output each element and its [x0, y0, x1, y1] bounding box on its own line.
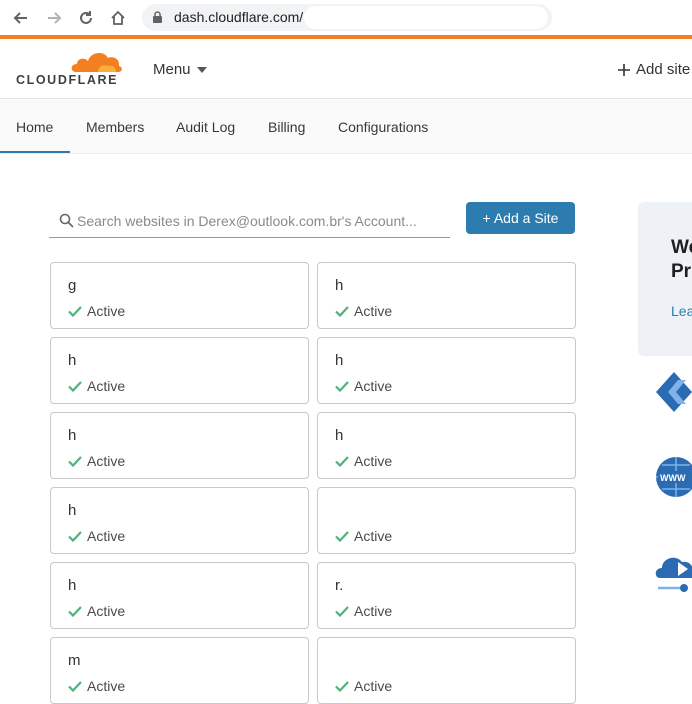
check-icon [335, 680, 349, 692]
add-site-header-button[interactable]: Add site [618, 61, 690, 78]
site-card[interactable]: g Active [50, 262, 309, 329]
plus-icon [618, 63, 630, 76]
tab-billing[interactable]: Billing [268, 119, 305, 135]
tab-home[interactable]: Home [16, 119, 53, 135]
site-card[interactable]: m Active [50, 637, 309, 704]
check-icon [68, 680, 82, 692]
search-field [49, 205, 450, 238]
site-status: Active [335, 453, 392, 469]
site-status: Active [68, 678, 125, 694]
site-card[interactable]: h Active [50, 487, 309, 554]
site-card[interactable]: r. Active [317, 562, 576, 629]
active-tab-indicator [0, 151, 70, 153]
site-status: Active [335, 528, 392, 544]
site-card[interactable]: Active [317, 487, 576, 554]
site-card[interactable]: h Active [317, 412, 576, 479]
site-status: Active [68, 528, 125, 544]
check-icon [335, 380, 349, 392]
learn-more-link[interactable]: Lea [671, 303, 692, 319]
site-name: h [68, 577, 77, 594]
app-header: CLOUDFLARE Menu Add site [0, 39, 692, 99]
site-status: Active [335, 678, 392, 694]
site-card[interactable]: h Active [50, 562, 309, 629]
lock-icon [152, 11, 163, 29]
back-arrow-icon[interactable] [10, 7, 32, 29]
check-icon [68, 305, 82, 317]
welcome-panel: We Pr Lea [638, 202, 692, 356]
site-status: Active [335, 303, 392, 319]
welcome-panel-title: We Pr [671, 237, 692, 282]
check-icon [68, 530, 82, 542]
site-status: Active [335, 378, 392, 394]
menu-label: Menu [153, 61, 191, 78]
url-text: dash.cloudflare.com/ [174, 9, 304, 25]
site-name: h [335, 427, 344, 444]
check-icon [335, 305, 349, 317]
svg-text:WWW: WWW [660, 473, 686, 483]
tab-members[interactable]: Members [86, 119, 144, 135]
site-status: Active [335, 603, 392, 619]
site-name: h [335, 277, 344, 294]
check-icon [335, 605, 349, 617]
check-icon [335, 455, 349, 467]
cloud-play-icon [654, 548, 692, 592]
tab-configurations[interactable]: Configurations [338, 119, 428, 135]
check-icon [68, 455, 82, 467]
site-card[interactable]: h Active [317, 337, 576, 404]
url-redaction [304, 6, 548, 29]
globe-www-icon: WWW [654, 453, 692, 497]
site-name: h [68, 427, 77, 444]
diamond-chevron-icon [654, 370, 692, 414]
search-input[interactable] [77, 209, 447, 233]
site-status: Active [68, 603, 125, 619]
site-status: Active [68, 453, 125, 469]
site-card[interactable]: h Active [50, 337, 309, 404]
browser-toolbar: dash.cloudflare.com/ [0, 0, 692, 36]
tab-bar: Home Members Audit Log Billing Configura… [0, 99, 692, 154]
site-card[interactable]: h Active [317, 262, 576, 329]
add-a-site-button[interactable]: + Add a Site [466, 202, 575, 234]
search-icon [59, 213, 74, 228]
add-site-header-label: Add site [636, 61, 691, 78]
reload-icon[interactable] [75, 7, 97, 29]
site-status: Active [68, 303, 125, 319]
site-name: h [68, 502, 77, 519]
forward-arrow-icon[interactable] [43, 7, 65, 29]
logo-wordmark[interactable]: CLOUDFLARE [16, 73, 118, 87]
site-name: h [335, 352, 344, 369]
site-name: m [68, 652, 81, 669]
menu-button[interactable]: Menu [153, 61, 207, 78]
site-card[interactable]: Active [317, 637, 576, 704]
check-icon [68, 605, 82, 617]
site-status: Active [68, 378, 125, 394]
check-icon [335, 530, 349, 542]
caret-down-icon [196, 66, 207, 73]
site-name: r. [335, 577, 344, 594]
tab-audit-log[interactable]: Audit Log [176, 119, 235, 135]
home-icon[interactable] [107, 7, 129, 29]
check-icon [68, 380, 82, 392]
site-name: g [68, 277, 77, 294]
site-card[interactable]: h Active [50, 412, 309, 479]
site-name: h [68, 352, 77, 369]
